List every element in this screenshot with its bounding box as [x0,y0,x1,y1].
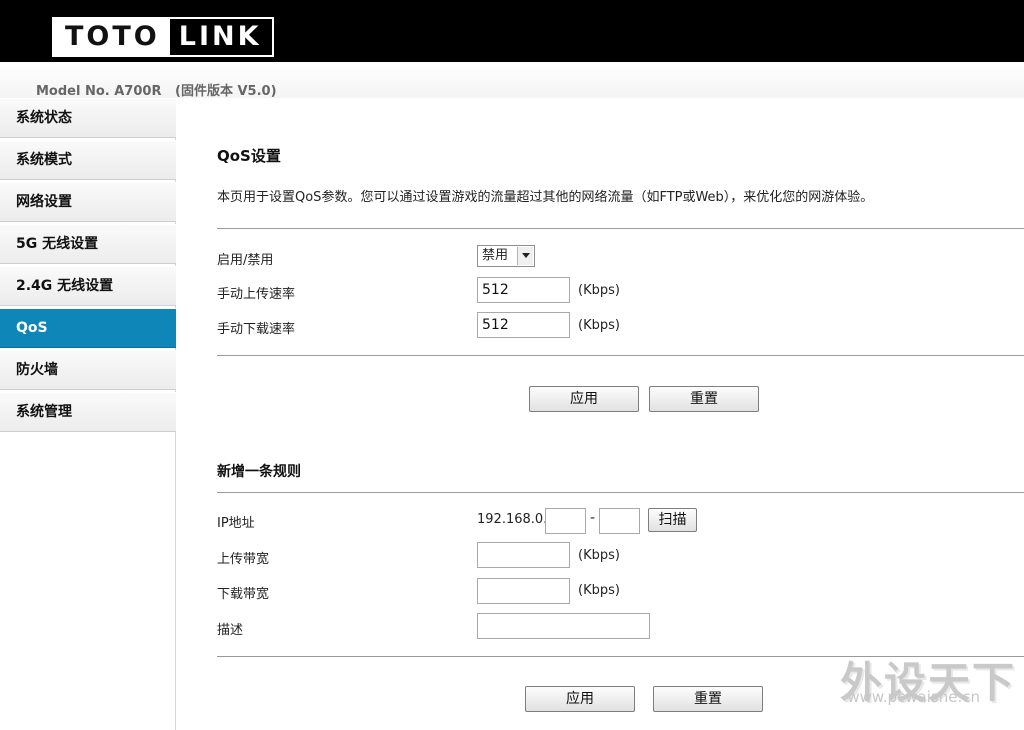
divider [217,492,1024,493]
watermark-url: www.pcwaishe.cn [847,688,980,706]
sidebar-nav: 系统状态 系统模式 网络设置 5G 无线设置 2.4G 无线设置 QoS 防火墙… [0,98,176,730]
download-rate-label: 手动下载速率 [217,322,296,337]
page-title: QoS设置 [217,147,281,165]
description-input[interactable] [477,613,650,639]
ip-prefix: 192.168.0. [477,512,548,527]
sidebar-item-system-mode[interactable]: 系统模式 [0,140,176,180]
sidebar-item-network-settings[interactable]: 网络设置 [0,182,176,222]
totolink-logo: TOTO LINK [52,17,274,57]
sidebar-item-system-management[interactable]: 系统管理 [0,392,176,432]
page-description: 本页用于设置QoS参数。您可以通过设置游戏的流量超过其他的网络流量（如FTP或W… [217,190,874,205]
download-bandwidth-unit: (Kbps) [578,583,620,598]
upload-rate-input[interactable] [477,277,570,303]
enable-select[interactable]: 禁用 [477,245,535,267]
download-bandwidth-input[interactable] [477,578,570,604]
ip-start-input[interactable] [545,508,586,534]
sidebar-item-5g-wireless[interactable]: 5G 无线设置 [0,224,176,264]
sidebar-item-qos[interactable]: QoS [0,308,176,348]
divider [217,355,1024,356]
upload-bandwidth-input[interactable] [477,542,570,568]
logo-text-left: TOTO [54,19,170,55]
download-rate-unit: (Kbps) [578,318,620,333]
sidebar-item-system-status[interactable]: 系统状态 [0,98,176,138]
upload-rate-label: 手动上传速率 [217,287,296,302]
apply-button[interactable]: 应用 [529,386,639,412]
scan-button[interactable]: 扫描 [648,508,697,532]
download-bandwidth-label: 下载带宽 [217,587,270,602]
ip-address-label: IP地址 [217,516,255,531]
sidebar-item-24g-wireless[interactable]: 2.4G 无线设置 [0,266,176,306]
upload-bandwidth-unit: (Kbps) [578,548,620,563]
download-rate-input[interactable] [477,312,570,338]
reset-button[interactable]: 重置 [649,386,759,412]
upload-bandwidth-label: 上传带宽 [217,552,270,567]
enable-select-value: 禁用 [482,248,509,263]
ip-end-input[interactable] [599,508,640,534]
header-bar: TOTO LINK [0,0,1024,62]
description-label: 描述 [217,623,244,638]
logo-text-right: LINK [169,19,272,55]
divider [217,228,1024,229]
enable-label: 启用/禁用 [217,253,274,268]
rule-apply-button[interactable]: 应用 [525,686,635,712]
ip-range-dash: - [590,510,596,526]
dropdown-arrow-icon [517,247,533,265]
new-rule-title: 新增一条规则 [217,464,301,480]
model-info: Model No. A700R (固件版本 V5.0) [36,84,277,99]
upload-rate-unit: (Kbps) [578,283,620,298]
sidebar-item-firewall[interactable]: 防火墙 [0,350,176,390]
rule-reset-button[interactable]: 重置 [653,686,763,712]
